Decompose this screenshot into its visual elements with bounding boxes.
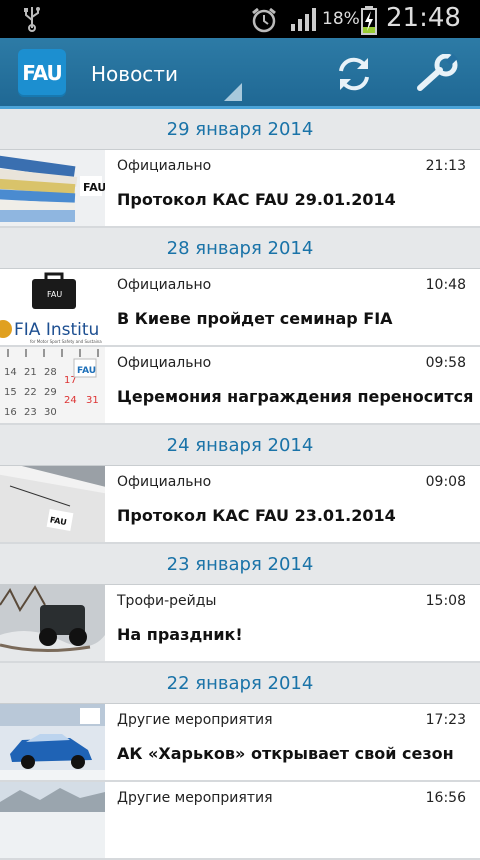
svg-text:30: 30 (44, 407, 57, 418)
usb-icon (22, 6, 42, 36)
news-item[interactable]: FAU Официально 09:08 Протокол КАС FAU 23… (0, 466, 480, 544)
svg-text:29: 29 (44, 387, 57, 398)
item-title: На праздник! (117, 625, 243, 644)
date-header: 22 января 2014 (0, 663, 480, 704)
thumb-folders: FAU (0, 150, 105, 226)
app-logo[interactable]: FAU (18, 49, 66, 97)
item-time: 09:58 (425, 355, 466, 371)
news-item[interactable]: Трофи-рейды 15:08 На праздник! (0, 585, 480, 663)
svg-text:28: 28 (44, 367, 57, 378)
svg-text:23: 23 (24, 407, 37, 418)
item-time: 15:08 (425, 593, 466, 609)
item-title: Церемония награждения переносится (117, 387, 474, 406)
news-item[interactable]: FAU Официально 21:13 Протокол КАС FAU 29… (0, 150, 480, 228)
clock: 21:48 (386, 3, 461, 33)
item-title: Протокол КАС FAU 29.01.2014 (117, 190, 396, 209)
item-category: Официально (117, 277, 212, 293)
thumb-calendar: 14 21 28 15 22 29 16 23 30 17 24 31 FAU (0, 347, 105, 423)
svg-text:for Motor Sport Safety and Sus: for Motor Sport Safety and Sustaina (30, 339, 102, 344)
alarm-icon (250, 6, 278, 38)
svg-text:16: 16 (4, 407, 17, 418)
news-item[interactable]: FAU FIA Institu for Motor Sport Safety a… (0, 269, 480, 347)
item-time: 21:13 (425, 158, 466, 174)
news-item[interactable]: Другие мероприятия 16:56 (0, 782, 480, 860)
svg-text:31: 31 (86, 395, 99, 406)
item-title: АК «Харьков» открывает свой сезон (117, 744, 454, 763)
item-time: 17:23 (425, 712, 466, 728)
app-bar: FAU Новости (0, 38, 480, 109)
item-title: В Киеве пройдет семинар FIA (117, 309, 393, 328)
date-header: 28 января 2014 (0, 228, 480, 269)
item-category: Трофи-рейды (117, 593, 217, 609)
signal-icon (290, 6, 320, 36)
news-item[interactable]: 14 21 28 15 22 29 16 23 30 17 24 31 FAU Официаль… (0, 347, 480, 425)
battery-percent: 18% (322, 9, 360, 29)
svg-text:FIA Institu: FIA Institu (14, 320, 99, 340)
refresh-icon[interactable] (334, 54, 374, 94)
news-list: 29 января 2014 FAU Официально 21:13 Прот… (0, 109, 480, 860)
item-time: 09:08 (425, 474, 466, 490)
item-title: Протокол КАС FAU 23.01.2014 (117, 506, 396, 525)
date-header: 24 января 2014 (0, 425, 480, 466)
item-time: 16:56 (425, 790, 466, 806)
svg-text:14: 14 (4, 367, 17, 378)
item-time: 10:48 (425, 277, 466, 293)
svg-text:21: 21 (24, 367, 37, 378)
status-bar: 18% 21:48 (0, 0, 480, 38)
date-header: 23 января 2014 (0, 544, 480, 585)
date-header: 29 января 2014 (0, 109, 480, 150)
news-item[interactable]: Другие мероприятия 17:23 АК «Харьков» от… (0, 704, 480, 782)
svg-text:22: 22 (24, 387, 37, 398)
settings-wrench-icon[interactable] (414, 53, 460, 94)
svg-text:FAU: FAU (83, 181, 105, 194)
spinner-indicator-icon[interactable] (224, 83, 242, 101)
svg-text:FAU: FAU (47, 290, 62, 299)
item-category: Официально (117, 474, 212, 490)
item-category: Официально (117, 158, 212, 174)
battery-charging-icon (360, 5, 378, 39)
thumb-fia-institute: FAU FIA Institu for Motor Sport Safety a… (0, 269, 105, 345)
item-category: Другие мероприятия (117, 712, 273, 728)
thumb-landscape (0, 782, 105, 858)
thumb-papers: FAU (0, 466, 105, 542)
svg-text:15: 15 (4, 387, 17, 398)
screen-title[interactable]: Новости (91, 62, 178, 86)
thumb-rally-car (0, 704, 105, 780)
thumb-offroad (0, 585, 105, 661)
svg-text:24: 24 (64, 395, 77, 406)
item-category: Официально (117, 355, 212, 371)
item-category: Другие мероприятия (117, 790, 273, 806)
svg-text:FAU: FAU (77, 366, 96, 376)
